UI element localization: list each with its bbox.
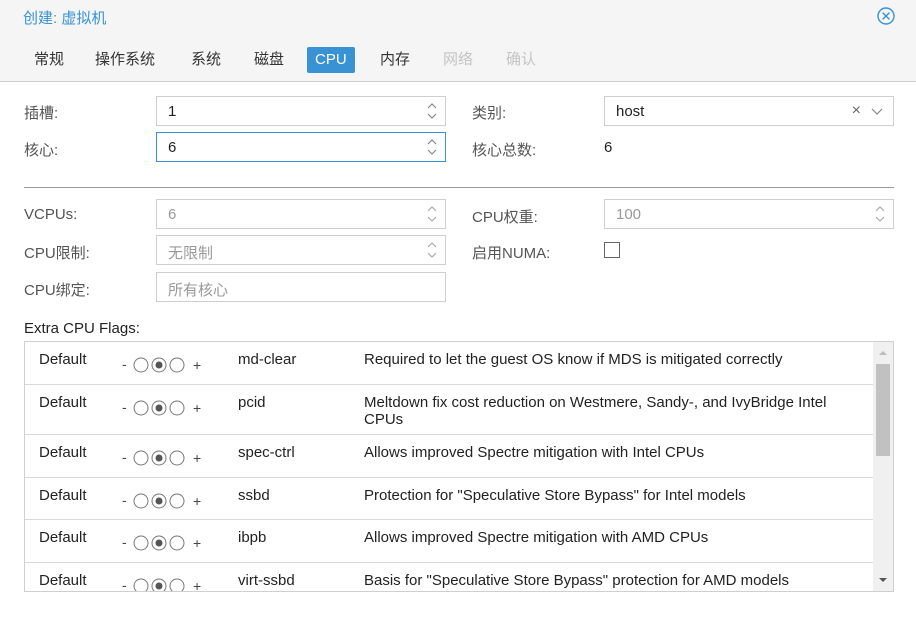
spinner-icon[interactable] — [425, 100, 439, 122]
flag-state: Default — [39, 529, 87, 546]
flag-row: Default - + pcid Meltdown fix cost reduction… — [25, 385, 873, 435]
flag-name: md-clear — [238, 351, 297, 368]
flag-row: Default - + virt-ssbd Basis for "Speculative… — [25, 563, 873, 592]
type-label: 类别: — [472, 105, 507, 122]
close-icon[interactable] — [876, 6, 896, 26]
scrollbar[interactable] — [873, 342, 893, 591]
flag-state: Default — [39, 572, 87, 589]
flag-tristate-toggle[interactable]: - + — [122, 445, 232, 469]
clear-icon[interactable]: × — [852, 102, 861, 120]
sockets-value: 1 — [168, 103, 177, 120]
flags-grid: Default - + md-clear Required to let the gue… — [24, 341, 894, 592]
scroll-up-icon[interactable] — [877, 348, 889, 358]
chevron-down-icon[interactable] — [871, 106, 883, 116]
flag-tristate-toggle[interactable]: - + — [122, 395, 232, 419]
window-title: 创建: 虚拟机 — [23, 10, 107, 27]
tab-system[interactable]: 系统 — [183, 47, 229, 73]
cpu-units-field[interactable]: 100 — [604, 199, 894, 229]
tab-memory[interactable]: 内存 — [372, 47, 418, 73]
cpu-affinity-field[interactable]: 所有核心 — [156, 272, 446, 302]
flag-description: Meltdown fix cost reduction on Westmere,… — [364, 394, 827, 428]
flag-description: Protection for "Speculative Store Bypass… — [364, 487, 746, 504]
spinner-icon[interactable] — [425, 203, 439, 225]
cpu-affinity-placeholder: 所有核心 — [168, 282, 229, 299]
flag-name: virt-ssbd — [238, 572, 295, 589]
svg-text:+: + — [193, 400, 201, 416]
scroll-down-icon[interactable] — [877, 575, 889, 585]
flag-name: pcid — [238, 394, 266, 411]
vcpus-label: VCPUs: — [24, 206, 78, 223]
svg-text:-: - — [122, 356, 127, 372]
flag-description: Allows improved Spectre mitigation with … — [364, 529, 709, 546]
svg-text:+: + — [193, 450, 201, 466]
flag-description: Basis for "Speculative Store Bypass" pro… — [364, 572, 790, 589]
tab-general[interactable]: 常规 — [26, 47, 72, 73]
numa-label: 启用NUMA: — [472, 245, 551, 262]
svg-text:-: - — [122, 534, 127, 550]
flag-name: ssbd — [238, 487, 270, 504]
tab-os[interactable]: 操作系统 — [87, 47, 163, 73]
flag-tristate-toggle[interactable]: - + — [122, 573, 232, 592]
flag-tristate-toggle[interactable]: - + — [122, 488, 232, 512]
cores-label: 核心: — [24, 142, 59, 159]
flag-row: Default - + md-clear Required to let the gue… — [25, 342, 873, 385]
flag-row: Default - + spec-ctrl Allows improved Spectr… — [25, 435, 873, 478]
tab-bar: 常规 操作系统 系统 磁盘 CPU 内存 网络 确认 — [0, 34, 916, 82]
tab-confirm: 确认 — [506, 51, 537, 68]
flag-name: ibpb — [238, 529, 267, 546]
type-combobox[interactable]: host × — [604, 96, 894, 126]
cpu-limit-value: 无限制 — [168, 245, 214, 262]
vcpus-field[interactable]: 6 — [156, 199, 446, 229]
svg-text:-: - — [122, 577, 127, 592]
flag-state: Default — [39, 487, 87, 504]
cpu-limit-field[interactable]: 无限制 — [156, 235, 446, 265]
svg-text:+: + — [193, 578, 201, 592]
flag-description: Allows improved Spectre mitigation with … — [364, 444, 705, 461]
svg-text:-: - — [122, 399, 127, 415]
cpu-limit-label: CPU限制: — [24, 245, 90, 262]
tab-cpu[interactable]: CPU — [307, 47, 355, 73]
flag-row: Default - + ssbd Protection for "Speculative… — [25, 478, 873, 520]
cores-value: 6 — [168, 139, 177, 156]
flag-state: Default — [39, 394, 87, 411]
sockets-field[interactable]: 1 — [156, 96, 446, 126]
vcpus-value: 6 — [168, 206, 177, 223]
spinner-icon[interactable] — [425, 136, 439, 158]
total-cores-label: 核心总数: — [472, 142, 537, 159]
cpu-affinity-label: CPU绑定: — [24, 282, 90, 299]
spinner-icon[interactable] — [425, 239, 439, 261]
sockets-label: 插槽: — [24, 105, 59, 122]
scrollbar-thumb[interactable] — [876, 364, 890, 456]
total-cores-value: 6 — [604, 139, 613, 156]
type-value: host — [616, 103, 645, 120]
flag-name: spec-ctrl — [238, 444, 295, 461]
flag-row: Default - + ibpb Allows improved Spectre mit… — [25, 520, 873, 563]
flag-state: Default — [39, 351, 87, 368]
cores-field[interactable]: 6 — [156, 132, 446, 162]
window-titlebar: 创建: 虚拟机 — [0, 0, 916, 34]
svg-text:+: + — [193, 535, 201, 551]
flag-tristate-toggle[interactable]: - + — [122, 352, 232, 376]
spinner-icon[interactable] — [873, 203, 887, 225]
cpu-units-value: 100 — [616, 206, 642, 223]
flag-description: Required to let the guest OS know if MDS… — [364, 351, 783, 368]
svg-text:+: + — [193, 357, 201, 373]
cpu-units-label: CPU权重: — [472, 209, 538, 226]
svg-text:+: + — [193, 493, 201, 509]
tab-disk[interactable]: 磁盘 — [246, 47, 292, 73]
flag-state: Default — [39, 444, 87, 461]
divider — [24, 187, 894, 188]
flag-tristate-toggle[interactable]: - + — [122, 530, 232, 554]
numa-checkbox[interactable] — [604, 242, 620, 258]
tab-network: 网络 — [443, 51, 474, 68]
svg-text:-: - — [122, 492, 127, 508]
svg-text:-: - — [122, 449, 127, 465]
flags-title: Extra CPU Flags: — [24, 320, 140, 337]
